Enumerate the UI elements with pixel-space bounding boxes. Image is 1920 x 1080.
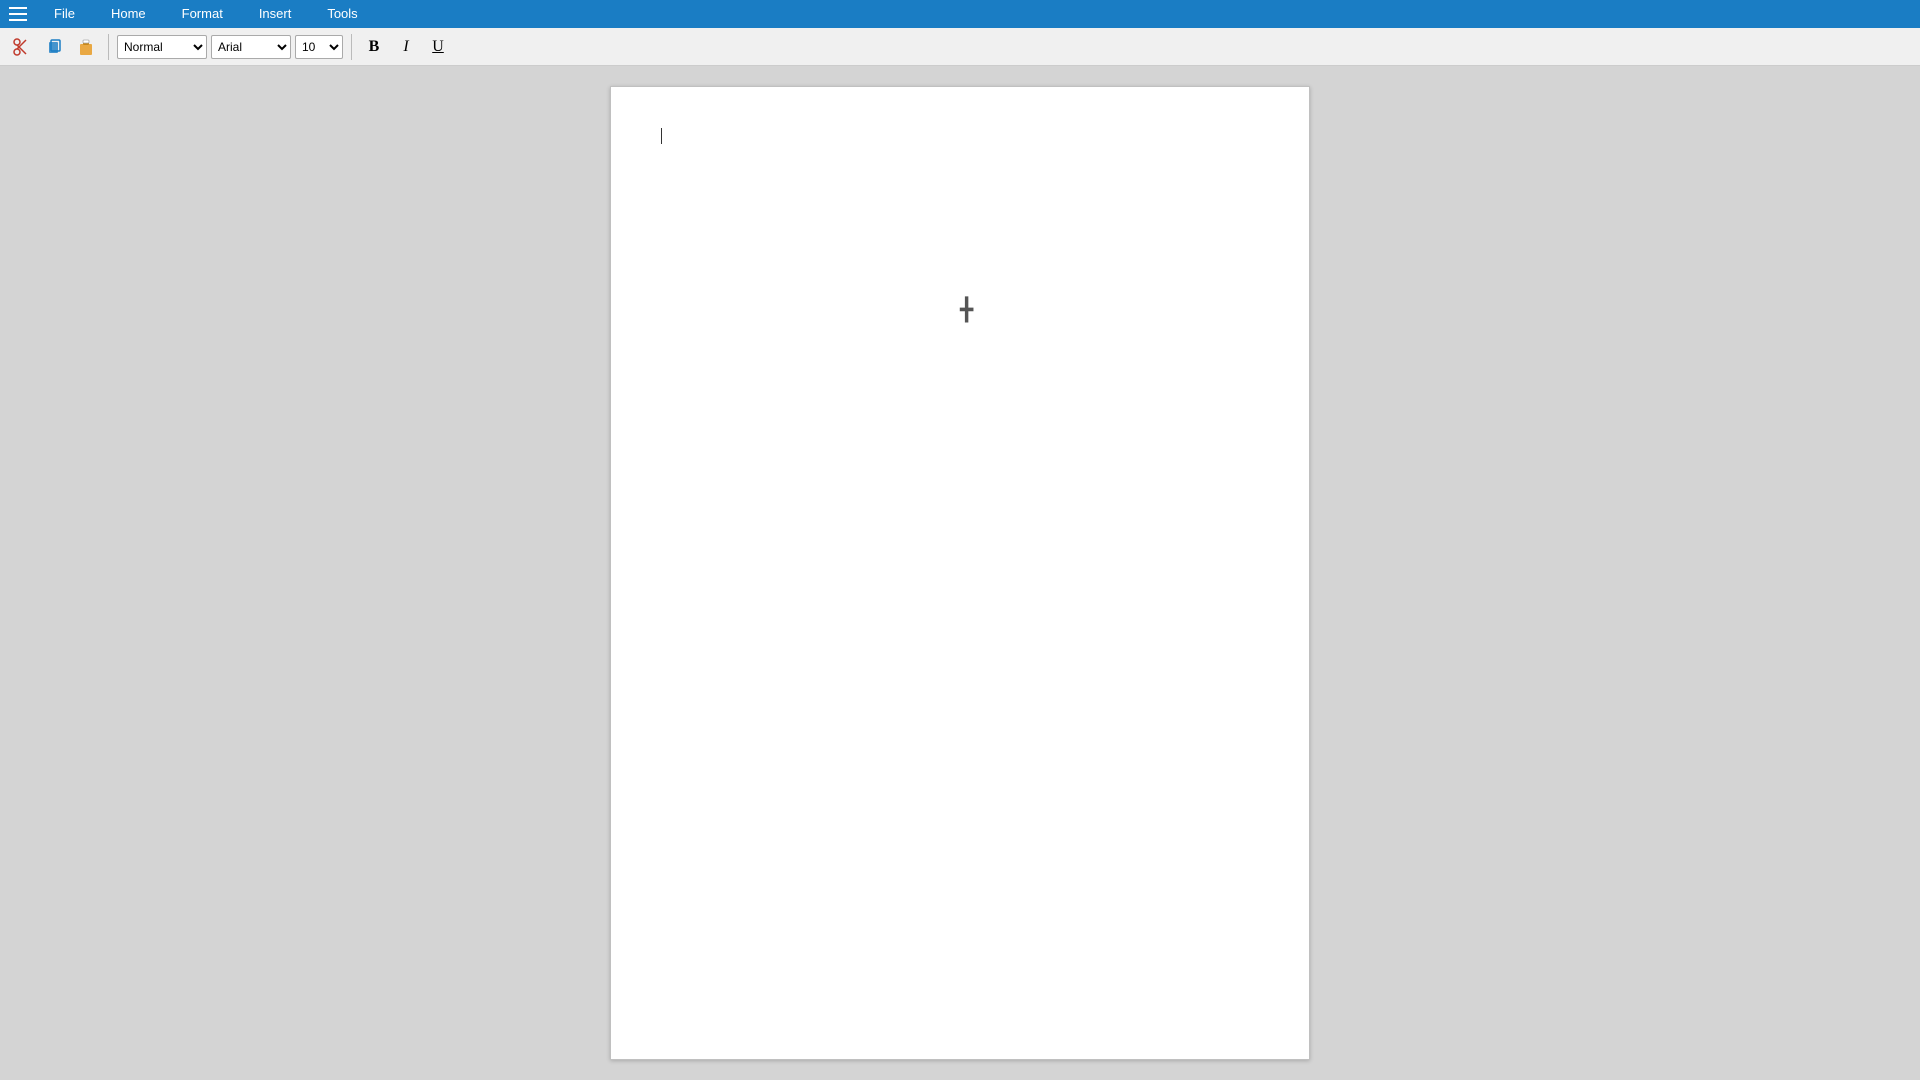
menu-bar: File Home Format Insert Tools <box>0 0 1920 28</box>
document-page[interactable]: ╋ <box>610 86 1310 1060</box>
menu-item-home[interactable]: Home <box>93 0 164 28</box>
copy-button[interactable] <box>40 33 68 61</box>
menu-item-insert[interactable]: Insert <box>241 0 310 28</box>
hamburger-menu-button[interactable] <box>0 0 36 28</box>
italic-button[interactable]: I <box>392 33 420 61</box>
mouse-cursor-indicator: ╋ <box>960 297 973 323</box>
underline-button[interactable]: U <box>424 33 452 61</box>
font-size-select[interactable]: 8 9 10 11 12 14 <box>295 35 343 59</box>
font-family-select[interactable]: Arial Times New Roman Courier New Verdan… <box>211 35 291 59</box>
copy-icon <box>44 37 64 57</box>
menu-item-tools[interactable]: Tools <box>309 0 375 28</box>
paste-icon <box>76 37 96 57</box>
bold-button[interactable]: B <box>360 33 388 61</box>
menu-item-format[interactable]: Format <box>164 0 241 28</box>
cut-icon <box>12 37 32 57</box>
toolbar: Normal Heading 1 Heading 2 Heading 3 Ari… <box>0 28 1920 66</box>
document-area: ╋ <box>0 66 1920 1080</box>
paste-button[interactable] <box>72 33 100 61</box>
paragraph-style-select[interactable]: Normal Heading 1 Heading 2 Heading 3 <box>117 35 207 59</box>
menu-item-file[interactable]: File <box>36 0 93 28</box>
cut-button[interactable] <box>8 33 36 61</box>
toolbar-separator-2 <box>351 34 352 60</box>
text-cursor <box>661 128 662 144</box>
toolbar-separator-1 <box>108 34 109 60</box>
